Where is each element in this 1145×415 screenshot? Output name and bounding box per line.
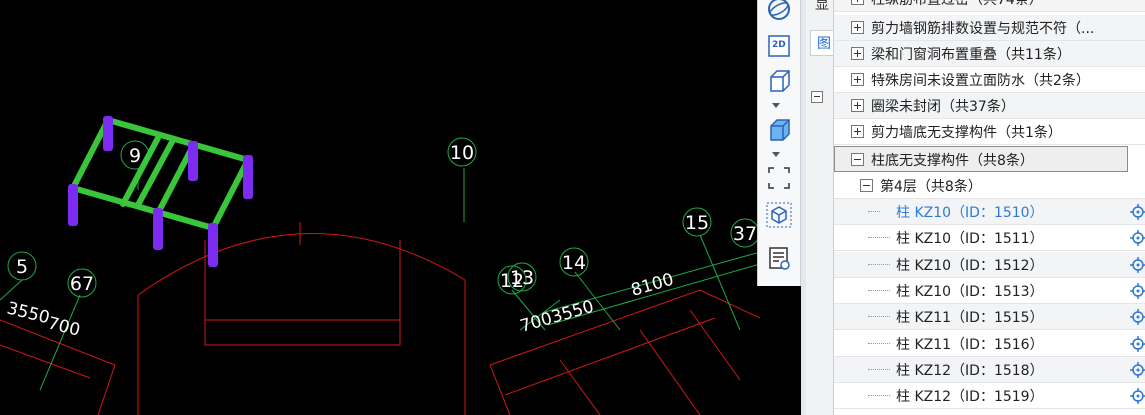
wireframe-cube-icon[interactable] xyxy=(764,66,794,96)
expand-icon[interactable] xyxy=(851,0,864,5)
tree-subgroup[interactable]: 第4层（共8条） xyxy=(834,173,1145,199)
issue-item[interactable]: 柱 KZ12（ID：1518） xyxy=(834,356,1145,383)
axis-label: 13 xyxy=(510,267,534,289)
issue-item[interactable]: 柱 KZ10（ID：1511） xyxy=(834,225,1145,252)
expand-icon[interactable] xyxy=(851,47,864,60)
issue-item-label: 柱 KZ10（ID：1511） xyxy=(896,231,1044,248)
tree-group-label: 圈梁未封闭（共37条） xyxy=(871,99,1015,115)
issue-item[interactable]: 柱 KZ10（ID：1513） xyxy=(834,277,1145,304)
axis-label: 5 xyxy=(16,256,28,278)
axis-label: 9 xyxy=(129,145,141,167)
axis-label: 10 xyxy=(450,142,474,164)
zoom-extents-icon[interactable] xyxy=(764,163,794,193)
tree-group-selected[interactable]: 柱底无支撑构件（共8条） xyxy=(834,146,1128,172)
tree-connector xyxy=(868,237,890,239)
tree-group-label: 特殊房间未设置立面防水（共2条） xyxy=(871,73,1090,89)
issue-item-label: 柱 KZ10（ID：1513） xyxy=(896,283,1044,300)
dimension-labels: 3550 700 8100 7003550 xyxy=(5,270,676,341)
locate-icon[interactable] xyxy=(1130,388,1145,405)
collapse-icon[interactable] xyxy=(860,179,873,192)
tree-group[interactable]: 梁和门窗洞布置重叠（共11条） xyxy=(834,41,1145,67)
side-panel-tabs: 显 图 xyxy=(806,0,834,415)
beam-outlines xyxy=(0,222,760,415)
view-2d-label: 2D xyxy=(772,40,786,50)
issue-item[interactable]: 柱 KZ10（ID：1510） xyxy=(834,199,1145,225)
cube-focus-icon[interactable] xyxy=(764,200,794,230)
issue-item-label: 柱 KZ12（ID：1519） xyxy=(896,389,1044,406)
expand-icon[interactable] xyxy=(851,125,864,138)
tree-group[interactable]: 柱纵筋布置过密（共74条） xyxy=(834,0,1145,12)
locate-icon[interactable] xyxy=(1130,256,1145,273)
locate-icon[interactable] xyxy=(1130,335,1145,352)
issue-tree: 柱纵筋布置过密（共74条） 剪力墙钢筋排数设置与规范不符（... 梁和门窗洞布置… xyxy=(834,0,1145,415)
issue-item[interactable]: 柱 KZ11（ID：1516） xyxy=(834,330,1145,357)
axis-label: 67 xyxy=(70,273,94,295)
issue-item-label: 柱 KZ11（ID：1515） xyxy=(896,310,1044,327)
tree-group-label: 梁和门窗洞布置重叠（共11条） xyxy=(871,47,1071,63)
locate-icon[interactable] xyxy=(1130,204,1145,220)
issue-item-label: 柱 KZ10（ID：1510） xyxy=(896,205,1044,221)
tree-subgroup-label: 第4层（共8条） xyxy=(880,179,982,195)
tab-graph[interactable]: 图 xyxy=(810,30,833,56)
issue-item[interactable]: 柱 KZ10（ID：1512） xyxy=(834,251,1145,278)
tree-connector xyxy=(868,368,890,371)
issue-item-label: 柱 KZ10（ID：1512） xyxy=(896,257,1044,274)
column-frame-3d[interactable] xyxy=(68,116,253,267)
tree-group-label: 剪力墙底无支撑构件（共1条） xyxy=(871,125,1062,141)
collapse-icon[interactable] xyxy=(851,153,864,166)
sphere-icon[interactable] xyxy=(764,0,794,24)
tree-group[interactable]: 圈梁未封闭（共37条） xyxy=(834,93,1145,119)
tree-connector xyxy=(868,342,890,345)
chevron-down-icon[interactable] xyxy=(772,103,780,108)
expand-icon[interactable] xyxy=(851,21,864,34)
tree-group-label: 柱纵筋布置过密（共74条） xyxy=(871,0,1043,8)
tree-connector xyxy=(868,316,890,318)
tree-group-label: 柱底无支撑构件（共8条） xyxy=(871,153,1034,169)
panel-header-char: 显 xyxy=(815,0,829,13)
issue-item-label: 柱 KZ11（ID：1516） xyxy=(896,336,1044,353)
issue-item-label: 柱 KZ12（ID：1518） xyxy=(896,362,1044,379)
expand-icon[interactable] xyxy=(851,99,864,112)
view-toolbar: 2D xyxy=(757,0,801,286)
tree-connector xyxy=(868,211,880,213)
solid-cube-icon[interactable] xyxy=(764,115,794,145)
axis-bubbles: 5679101213141537CDE xyxy=(7,137,760,298)
tree-group-label: 剪力墙钢筋排数设置与规范不符（... xyxy=(871,21,1095,37)
locate-icon[interactable] xyxy=(1130,309,1145,326)
dimension-label: 8100 xyxy=(629,270,676,301)
locate-icon[interactable] xyxy=(1130,230,1145,247)
collapse-icon[interactable] xyxy=(811,91,823,103)
tree-connector xyxy=(868,263,890,266)
axis-label: 37 xyxy=(733,223,757,245)
report-view-icon[interactable] xyxy=(764,243,794,273)
dimension-label: 3550 xyxy=(5,298,52,328)
tree-group[interactable]: 剪力墙钢筋排数设置与规范不符（... xyxy=(834,15,1145,41)
tree-group[interactable]: 剪力墙底无支撑构件（共1条） xyxy=(834,119,1145,145)
tree-connector xyxy=(868,289,890,292)
dimension-label: 700 xyxy=(46,313,82,340)
tree-connector xyxy=(868,395,890,397)
expand-icon[interactable] xyxy=(851,73,864,86)
view-2d-button[interactable]: 2D xyxy=(764,31,794,61)
tree-group[interactable]: 特殊房间未设置立面防水（共2条） xyxy=(834,67,1145,93)
axis-label: 15 xyxy=(685,212,709,234)
axis-label: 14 xyxy=(562,252,586,274)
issue-item[interactable]: 柱 KZ12（ID：1519） xyxy=(834,383,1145,410)
locate-icon[interactable] xyxy=(1130,361,1145,378)
tab-label: 图 xyxy=(817,36,831,52)
locate-icon[interactable] xyxy=(1130,282,1145,299)
cad-viewport[interactable]: 5679101213141537CDE 3550 700 8100 700355… xyxy=(0,0,760,415)
chevron-down-icon[interactable] xyxy=(772,152,780,157)
issue-item[interactable]: 柱 KZ11（ID：1515） xyxy=(834,304,1145,331)
